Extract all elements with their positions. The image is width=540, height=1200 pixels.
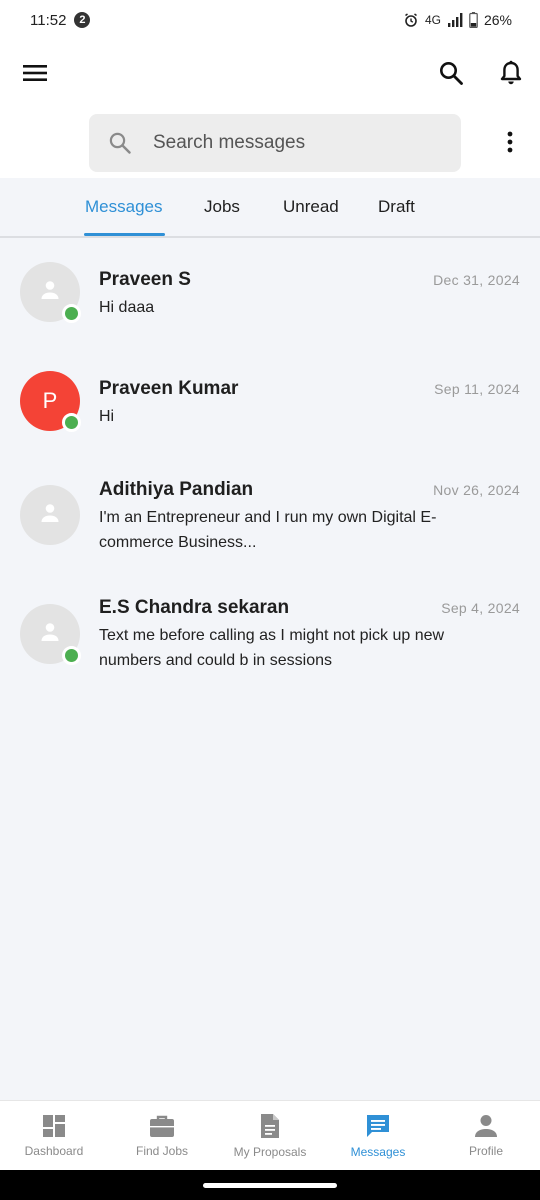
message-date: Nov 26, 2024 (433, 482, 520, 498)
search-row (0, 110, 540, 178)
home-gesture-handle[interactable] (203, 1183, 337, 1188)
message-tabs: Messages Jobs Unread Draft (0, 178, 540, 238)
battery-icon (469, 12, 478, 28)
status-bar: 11:52 2 4G 26% (0, 0, 540, 40)
search-input[interactable] (153, 132, 433, 154)
nav-label: Profile (468, 1144, 503, 1158)
notification-count-badge: 2 (74, 12, 91, 28)
document-icon (259, 1113, 281, 1139)
avatar-initial: P (42, 388, 58, 413)
contact-name: Adithiya Pandian (99, 479, 254, 500)
bell-icon (499, 60, 523, 91)
conversation-item[interactable]: Praveen S Dec 31, 2024 Hi daaa (0, 252, 540, 342)
active-tab-indicator (84, 233, 165, 236)
message-date: Sep 4, 2024 (441, 600, 520, 616)
hamburger-menu-icon (22, 63, 48, 88)
network-label: 4G (424, 13, 441, 27)
message-preview: Hi (99, 408, 115, 425)
profile-icon (474, 1114, 498, 1138)
battery-percent: 26% (483, 12, 512, 28)
message-date: Sep 11, 2024 (434, 381, 520, 397)
nav-profile[interactable]: Profile (432, 1101, 540, 1171)
nav-label: Dashboard (24, 1144, 84, 1158)
message-preview: I'm an Entrepreneur and I run my own Dig… (99, 509, 437, 551)
search-icon (105, 128, 135, 158)
briefcase-icon (149, 1114, 175, 1138)
message-preview: Hi daaa (99, 299, 155, 316)
tab-unread[interactable]: Unread (283, 178, 339, 236)
status-time: 11:52 (30, 11, 67, 29)
alarm-icon (403, 12, 419, 28)
message-date: Dec 31, 2024 (433, 272, 520, 288)
person-icon (39, 621, 61, 648)
person-icon (39, 502, 61, 529)
more-vertical-icon (507, 131, 513, 158)
menu-button[interactable] (20, 62, 50, 88)
notifications-button[interactable] (494, 58, 528, 92)
signal-icon (447, 13, 463, 27)
person-icon (39, 279, 61, 306)
nav-label: Messages (350, 1145, 406, 1159)
online-status-indicator (62, 304, 81, 323)
app-bar (0, 40, 540, 110)
bottom-navigation: Dashboard Find Jobs My Proposals Message… (0, 1100, 540, 1170)
search-messages-box[interactable] (89, 114, 461, 172)
avatar (20, 604, 81, 665)
online-status-indicator (62, 646, 81, 665)
dashboard-icon (42, 1114, 66, 1138)
system-gesture-bar (0, 1170, 540, 1200)
conversation-item[interactable]: E.S Chandra sekaran Sep 4, 2024 Text me … (0, 581, 540, 691)
search-icon (438, 60, 464, 91)
status-indicators: 4G 26% (403, 12, 512, 28)
tab-draft[interactable]: Draft (378, 178, 415, 236)
search-button[interactable] (434, 58, 468, 92)
tab-jobs[interactable]: Jobs (204, 178, 240, 236)
chat-icon (365, 1113, 391, 1139)
online-status-indicator (62, 413, 81, 432)
message-preview: Text me before calling as I might not pi… (99, 627, 445, 669)
avatar (20, 485, 80, 545)
conversation-item[interactable]: Adithiya Pandian Nov 26, 2024 I'm an Ent… (0, 462, 540, 572)
more-options-button[interactable] (496, 128, 524, 160)
contact-name: E.S Chandra sekaran (99, 597, 290, 618)
tab-messages[interactable]: Messages (85, 178, 162, 236)
nav-dashboard[interactable]: Dashboard (0, 1101, 108, 1171)
nav-label: Find Jobs (135, 1144, 189, 1158)
conversation-item[interactable]: P Praveen Kumar Sep 11, 2024 Hi (0, 361, 540, 451)
nav-messages[interactable]: Messages (324, 1101, 432, 1171)
nav-my-proposals[interactable]: My Proposals (216, 1101, 324, 1171)
avatar (20, 262, 81, 323)
avatar: P (20, 371, 81, 432)
contact-name: Praveen S (99, 269, 191, 290)
contact-name: Praveen Kumar (99, 378, 239, 399)
nav-find-jobs[interactable]: Find Jobs (108, 1101, 216, 1171)
nav-label: My Proposals (233, 1145, 307, 1159)
